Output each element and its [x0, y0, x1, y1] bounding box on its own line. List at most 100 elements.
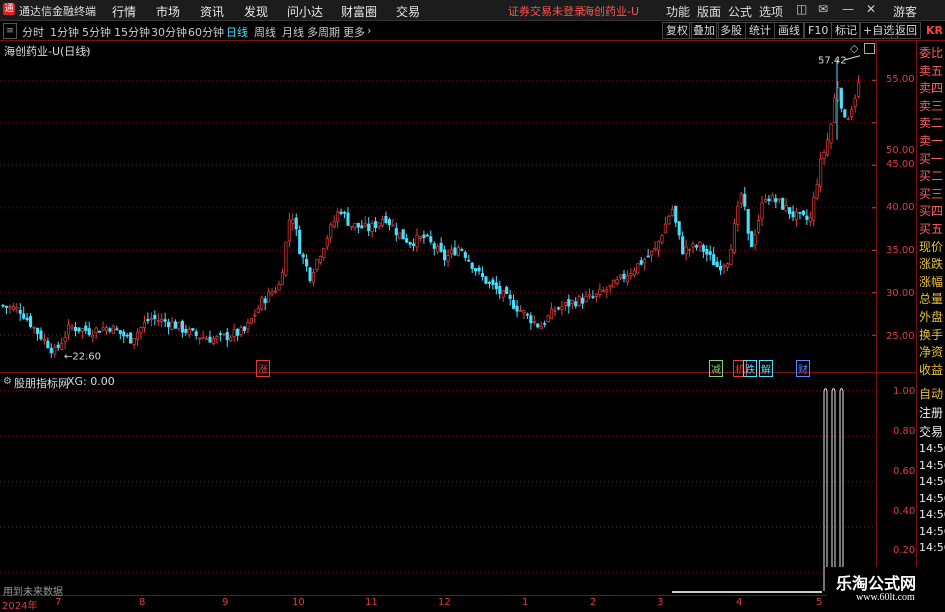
candle-body: [160, 318, 164, 322]
candle-body: [87, 328, 91, 336]
candle-body: [249, 318, 253, 324]
candle-body: [608, 284, 612, 288]
candle-body: [760, 202, 764, 220]
restore-icon[interactable]: ◫: [796, 2, 807, 16]
candle-body: [98, 330, 102, 333]
candle-body: [70, 326, 74, 329]
date-tick-label: 7: [55, 597, 62, 608]
minimize-icon[interactable]: —: [842, 2, 854, 16]
candle-body: [698, 241, 702, 247]
watermark-box: 乐淘公式网 www.60lt.com: [826, 567, 945, 609]
button-f10[interactable]: F10: [804, 22, 833, 39]
tab-multi-period[interactable]: 多周期: [307, 24, 340, 40]
tab-fenshi[interactable]: 分时: [22, 24, 44, 40]
button-tongji[interactable]: 统计: [745, 22, 775, 39]
side-panel-item: 净资: [919, 345, 944, 360]
side-panel-item[interactable]: 注册: [919, 404, 943, 421]
candle-body: [418, 236, 423, 239]
candle-body: [349, 225, 354, 228]
button-fuquan[interactable]: 复权: [662, 22, 692, 39]
high-price-label: 57.42: [818, 56, 847, 67]
candle-body: [481, 273, 485, 277]
candlestick-chart[interactable]: 57.42 ←22.60: [0, 40, 876, 372]
menu-zixun[interactable]: 资讯: [200, 3, 224, 20]
menu-caifuquan[interactable]: 财富圈: [341, 3, 377, 20]
chart-menu-icon[interactable]: ≡: [3, 23, 17, 39]
chevron-right-icon[interactable]: ›: [367, 24, 371, 37]
candle-body: [587, 294, 592, 297]
candle-body: [115, 328, 119, 331]
candle-body: [639, 260, 643, 265]
candle-body: [46, 340, 50, 349]
button-huaxian[interactable]: 画线: [774, 22, 804, 39]
candle-body: [42, 338, 46, 341]
tab-weekly[interactable]: 周线: [254, 24, 276, 40]
tab-60min[interactable]: 60分钟: [188, 24, 224, 40]
candle-body: [384, 216, 388, 223]
menu-gongshi[interactable]: 公式: [728, 3, 752, 20]
candle-body: [167, 321, 171, 328]
side-panel-item[interactable]: 交易: [919, 423, 943, 440]
candle-body: [584, 295, 588, 303]
candle-body: [725, 263, 730, 268]
menu-faxian[interactable]: 发现: [244, 3, 268, 20]
button-back[interactable]: 返回: [891, 22, 921, 39]
candle-body: [246, 322, 250, 330]
candle-body: [339, 211, 343, 215]
side-panel-item[interactable]: 自动: [919, 385, 943, 402]
button-diejia[interactable]: 叠加: [689, 22, 719, 39]
candle-body: [425, 234, 429, 237]
tab-1min[interactable]: 1分钟: [50, 24, 79, 40]
button-biaoji[interactable]: 标记: [831, 22, 861, 39]
candle-body: [142, 322, 147, 328]
user-label[interactable]: 游客: [893, 3, 917, 20]
candle-body: [763, 199, 768, 202]
candle-body: [422, 234, 426, 239]
candle-body: [739, 193, 743, 205]
close-icon[interactable]: ✕: [866, 2, 876, 16]
candle-body: [850, 109, 854, 117]
candle-body: [687, 248, 692, 251]
menu-gongneng[interactable]: 功能: [666, 3, 690, 20]
login-status[interactable]: 证券交易未登录: [508, 3, 585, 19]
menu-jiaoyi[interactable]: 交易: [396, 3, 420, 20]
candle-body: [49, 348, 53, 354]
horizontal-scrollbar[interactable]: [672, 591, 822, 593]
candle-body: [108, 328, 112, 332]
candle-body: [705, 248, 709, 255]
candle-body: [712, 254, 716, 266]
side-panel-item: 买四: [919, 204, 944, 219]
menu-shichang[interactable]: 市场: [156, 3, 180, 20]
menu-hangqing[interactable]: 行情: [112, 3, 136, 20]
candle-body: [101, 327, 105, 331]
candle-body: [84, 325, 88, 331]
tab-15min[interactable]: 15分钟: [114, 24, 150, 40]
candle-body: [529, 315, 533, 324]
tab-5min[interactable]: 5分钟: [82, 24, 111, 40]
quote-side-panel: 委比 卖五 卖四 卖三 卖二 卖一 买一 买二 买三 买四 买五 现价 涨跌 涨幅 总量 外盘 换手 净资 收益 自动…: [918, 44, 945, 594]
candle-body: [505, 286, 509, 294]
side-panel-item: 卖二: [919, 116, 944, 131]
date-tick-label: 3: [657, 597, 664, 608]
tab-30min[interactable]: 30分钟: [151, 24, 187, 40]
chat-icon[interactable]: ✉: [818, 2, 828, 16]
candle-body: [29, 316, 33, 327]
side-panel-item: 卖三: [919, 98, 944, 113]
tab-more[interactable]: 更多: [343, 24, 365, 40]
candle-body: [391, 224, 395, 227]
candle-body: [408, 242, 412, 245]
menu-wenxiaoda[interactable]: 问小达: [287, 3, 323, 20]
menu-xuanxiang[interactable]: 选项: [759, 3, 783, 20]
candle-body: [801, 210, 805, 215]
menu-banmian[interactable]: 版面: [697, 3, 721, 20]
tab-monthly[interactable]: 月线: [282, 24, 304, 40]
candle-body: [398, 232, 402, 239]
candle-body: [32, 326, 36, 329]
candle-body: [322, 247, 326, 258]
tab-daily[interactable]: 日线: [226, 24, 248, 40]
button-duogu[interactable]: 多股: [716, 22, 746, 39]
candle-body: [439, 242, 443, 252]
indicator-chart[interactable]: [0, 373, 876, 595]
side-panel-item: 卖四: [919, 81, 944, 96]
candle-body: [173, 321, 178, 329]
